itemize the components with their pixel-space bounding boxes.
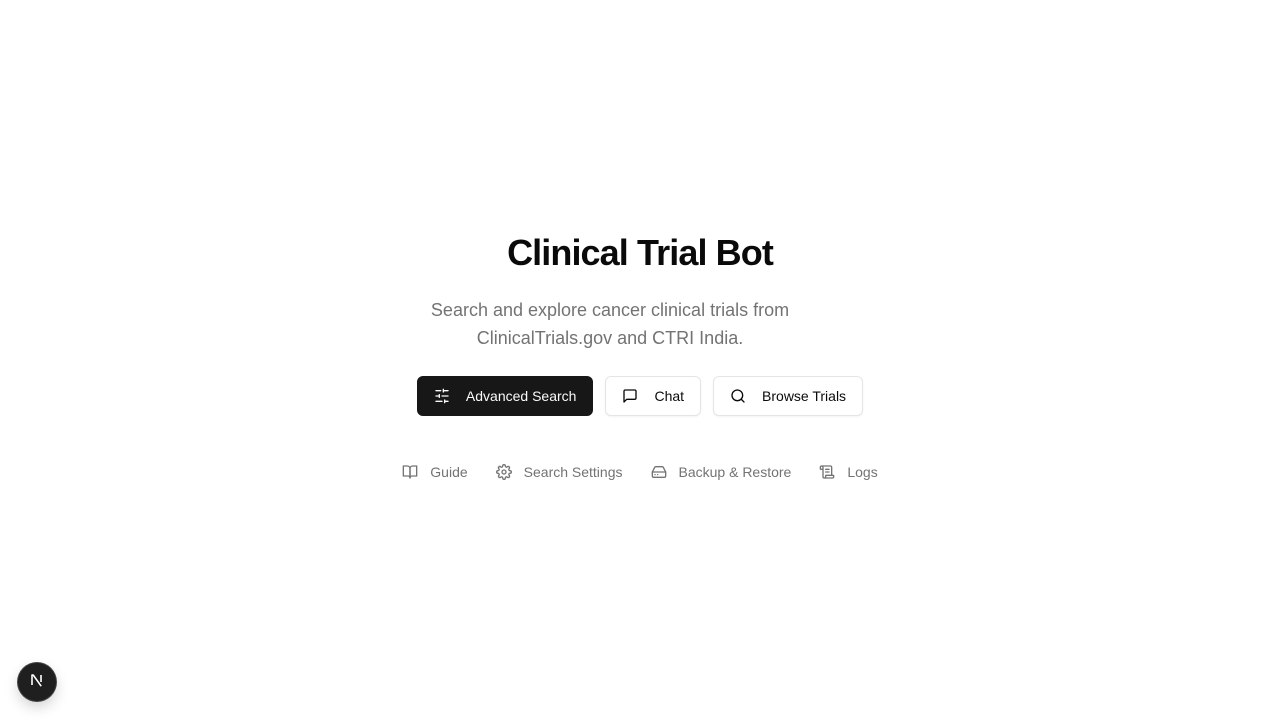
scroll-icon (819, 464, 835, 480)
gear-icon (495, 464, 512, 480)
hard-drive-icon (651, 464, 667, 480)
search-settings-link[interactable]: Search Settings (495, 462, 623, 482)
primary-actions: Advanced Search Chat Browse Trials (0, 376, 1280, 416)
page-title: Clinical Trial Bot (507, 232, 774, 273)
nextjs-logo-icon (28, 671, 46, 694)
backup-restore-label: Backup & Restore (678, 464, 792, 480)
logs-link[interactable]: Logs (819, 462, 878, 482)
chat-button[interactable]: Chat (605, 376, 702, 416)
logs-label: Logs (847, 464, 878, 480)
guide-link[interactable]: Guide (402, 462, 468, 482)
browse-trials-label: Browse Trials (762, 388, 847, 404)
search-settings-label: Search Settings (523, 464, 623, 480)
advanced-search-button[interactable]: Advanced Search (416, 376, 594, 416)
nextjs-dev-indicator[interactable] (18, 663, 56, 701)
backup-restore-link[interactable]: Backup & Restore (651, 462, 792, 482)
page-subtitle: Search and explore cancer clinical trial… (430, 300, 790, 348)
message-square-icon (622, 388, 638, 404)
book-open-icon (402, 464, 418, 480)
guide-label: Guide (430, 464, 468, 480)
sliders-icon (434, 388, 450, 404)
chat-label: Chat (654, 388, 685, 404)
advanced-search-label: Advanced Search (465, 388, 577, 404)
search-icon (730, 388, 746, 404)
secondary-links: Guide Search Settings Backup & Restore L… (0, 462, 1280, 482)
browse-trials-button[interactable]: Browse Trials (713, 376, 864, 416)
page: Clinical Trial Bot Search and explore ca… (0, 0, 1280, 720)
